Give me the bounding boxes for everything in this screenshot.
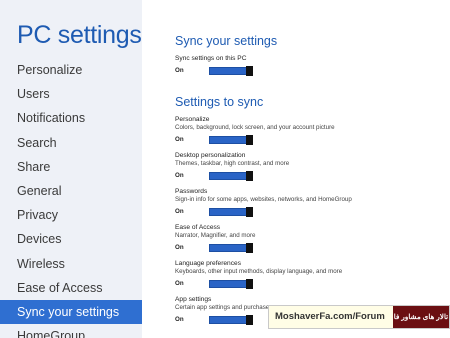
language-preferences-toggle[interactable] bbox=[209, 279, 253, 289]
desktop-personalization-toggle[interactable] bbox=[209, 171, 253, 181]
content-pane: Sync your settings Sync settings on this… bbox=[142, 0, 450, 338]
watermark-url: MoshaverFa.com/Forum bbox=[269, 306, 393, 328]
nav-item-privacy[interactable]: Privacy bbox=[0, 203, 142, 227]
nav-item-personalize[interactable]: Personalize bbox=[0, 58, 142, 82]
setting-description: Themes, taskbar, high contrast, and more bbox=[175, 160, 290, 167]
setting-label: Personalize bbox=[175, 116, 210, 123]
setting-description: Sign-in info for some apps, websites, ne… bbox=[175, 196, 352, 203]
setting-label: Sync settings on this PC bbox=[175, 55, 247, 62]
setting-label: Ease of Access bbox=[175, 224, 221, 231]
setting-desktop-personalization: Desktop personalization Themes, taskbar,… bbox=[175, 152, 445, 182]
nav-item-search[interactable]: Search bbox=[0, 131, 142, 155]
toggle-state-label: On bbox=[175, 136, 184, 143]
toggle-state-label: On bbox=[175, 67, 184, 74]
nav-item-devices[interactable]: Devices bbox=[0, 227, 142, 251]
setting-language-preferences: Language preferences Keyboards, other in… bbox=[175, 260, 445, 290]
toggle-thumb bbox=[246, 243, 253, 253]
ease-of-access-toggle[interactable] bbox=[209, 243, 253, 253]
app-settings-toggle[interactable] bbox=[209, 315, 253, 325]
setting-description: Narrator, Magnifier, and more bbox=[175, 232, 256, 239]
nav-item-sync-your-settings[interactable]: Sync your settings bbox=[0, 299, 142, 325]
toggle-thumb bbox=[246, 207, 253, 217]
section-title-sync: Sync your settings bbox=[175, 34, 278, 48]
watermark-badge: تالار های مشاور فا bbox=[393, 306, 449, 328]
watermark: MoshaverFa.com/Forum تالار های مشاور فا bbox=[268, 305, 450, 329]
sync-toggle[interactable] bbox=[209, 66, 253, 76]
setting-description: Keyboards, other input methods, display … bbox=[175, 268, 343, 275]
toggle-state-label: On bbox=[175, 208, 184, 215]
nav-item-users[interactable]: Users bbox=[0, 82, 142, 106]
setting-ease-of-access: Ease of Access Narrator, Magnifier, and … bbox=[175, 224, 445, 254]
nav-item-wireless[interactable]: Wireless bbox=[0, 252, 142, 276]
toggle-thumb bbox=[246, 315, 253, 325]
setting-label: Language preferences bbox=[175, 260, 241, 267]
passwords-toggle[interactable] bbox=[209, 207, 253, 217]
toggle-state-label: On bbox=[175, 280, 184, 287]
toggle-thumb bbox=[246, 135, 253, 145]
nav-pane: PC settings Personalize Users Notificati… bbox=[0, 0, 142, 338]
toggle-thumb bbox=[246, 279, 253, 289]
section-title-settings-to-sync: Settings to sync bbox=[175, 95, 264, 109]
toggle-state-label: On bbox=[175, 316, 184, 323]
nav-item-ease-of-access[interactable]: Ease of Access bbox=[0, 276, 142, 300]
nav-item-homegroup[interactable]: HomeGroup bbox=[0, 324, 142, 338]
nav-list: Personalize Users Notifications Search S… bbox=[0, 58, 142, 338]
toggle-thumb bbox=[246, 66, 253, 76]
setting-passwords: Passwords Sign-in info for some apps, we… bbox=[175, 188, 445, 218]
setting-label: App settings bbox=[175, 296, 212, 303]
nav-item-share[interactable]: Share bbox=[0, 155, 142, 179]
setting-label: Desktop personalization bbox=[175, 152, 246, 159]
toggle-state-label: On bbox=[175, 172, 184, 179]
nav-item-notifications[interactable]: Notifications bbox=[0, 106, 142, 130]
nav-item-general[interactable]: General bbox=[0, 179, 142, 203]
page-title: PC settings bbox=[17, 21, 142, 49]
toggle-state-label: On bbox=[175, 244, 184, 251]
setting-sync-on-this-pc: Sync settings on this PC On bbox=[175, 55, 445, 77]
setting-description: Colors, background, lock screen, and you… bbox=[175, 124, 335, 131]
setting-personalize: Personalize Colors, background, lock scr… bbox=[175, 116, 445, 146]
personalize-toggle[interactable] bbox=[209, 135, 253, 145]
setting-label: Passwords bbox=[175, 188, 208, 195]
toggle-thumb bbox=[246, 171, 253, 181]
